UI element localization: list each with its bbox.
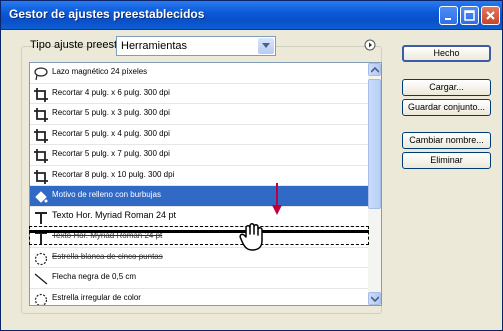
list-item-label: Recortar 4 pulg. x 6 pulg. 300 dpi: [52, 87, 170, 97]
paint-bucket-icon: [34, 189, 48, 203]
preset-manager-window: Gestor de ajustes preestablecidos Tipo a…: [0, 0, 503, 331]
preset-type-select[interactable]: Herramientas: [116, 36, 276, 56]
line-icon: [34, 271, 48, 285]
scroll-thumb[interactable]: [368, 79, 381, 209]
chevron-down-icon[interactable]: [258, 38, 274, 54]
down-arrow-annotation-icon: [272, 183, 282, 215]
text-icon: [34, 210, 48, 224]
list-item[interactable]: Recortar 8 pulg. x 10 pulg. 300 dpi: [30, 166, 370, 186]
drag-selection-outline: [29, 226, 369, 245]
maximize-icon: [464, 10, 475, 21]
list-item[interactable]: Recortar 5 pulg. x 4 pulg. 300 dpi: [30, 125, 370, 145]
title-bar[interactable]: Gestor de ajustes preestablecidos: [1, 1, 502, 30]
maximize-button[interactable]: [460, 6, 479, 25]
magnetic-lasso-icon: [34, 66, 48, 81]
list-item[interactable]: Motivo de relleno con burbujas: [30, 186, 370, 207]
preset-type-value: Herramientas: [121, 40, 188, 52]
list-item[interactable]: Estrella blanca de cinco puntas: [30, 248, 370, 268]
done-button[interactable]: Hecho: [402, 45, 491, 62]
window-title: Gestor de ajustes preestablecidos: [9, 7, 205, 21]
list-item-label: Texto Hor. Myriad Roman 24 pt: [52, 209, 177, 220]
list-item[interactable]: Lazo magnético 24 píxeles: [30, 63, 370, 84]
crop-icon: [34, 148, 48, 163]
save-set-button[interactable]: Guardar conjunto...: [402, 99, 491, 116]
minimize-icon: [445, 18, 451, 20]
close-icon: [486, 11, 495, 20]
grab-hand-cursor-icon: [239, 223, 263, 251]
list-item[interactable]: Recortar 5 pulg. x 7 pulg. 300 dpi: [30, 145, 370, 166]
drop-insertion-line: [29, 230, 369, 233]
crop-icon: [34, 169, 48, 184]
list-item[interactable]: Estrella irregular de color: [30, 289, 370, 305]
list-item-label: Motivo de relleno con burbujas: [52, 190, 161, 199]
list-item-label: Recortar 5 pulg. x 7 pulg. 300 dpi: [52, 149, 170, 158]
list-item-label: Recortar 5 pulg. x 4 pulg. 300 dpi: [52, 128, 170, 138]
crop-icon: [34, 87, 48, 102]
list-item[interactable]: Recortar 4 pulg. x 6 pulg. 300 dpi: [30, 84, 370, 104]
list-item-label: Estrella blanca de cinco puntas: [52, 251, 163, 261]
list-item[interactable]: Recortar 5 pulg. x 3 pulg. 300 dpi: [30, 104, 370, 125]
list-item[interactable]: Flecha negra de 0,5 cm: [30, 268, 370, 289]
preset-type-label: Tipo ajuste preest.:: [30, 39, 124, 51]
list-item-label: Estrella irregular de color: [52, 292, 141, 302]
chevron-up-icon: [371, 67, 379, 73]
chevron-down-icon: [371, 296, 379, 302]
preset-list-rows: Lazo magnético 24 píxeles Recortar 4 pulg…: [30, 63, 370, 305]
shape-icon: [34, 251, 48, 265]
scroll-up-button[interactable]: [368, 63, 381, 76]
crop-icon: [34, 107, 48, 122]
delete-button[interactable]: Eliminar: [402, 152, 491, 169]
list-item[interactable]: Texto Hor. Myriad Roman 24 pt: [30, 207, 370, 227]
list-item-label: Recortar 5 pulg. x 3 pulg. 300 dpi: [52, 108, 170, 117]
minimize-button[interactable]: [439, 6, 458, 25]
crop-icon: [34, 128, 48, 143]
close-button[interactable]: [481, 6, 500, 25]
preset-list[interactable]: Lazo magnético 24 píxeles Recortar 4 pulg…: [29, 62, 382, 306]
panel-menu-icon[interactable]: [364, 39, 376, 51]
vertical-scrollbar[interactable]: [368, 63, 381, 305]
scroll-down-button[interactable]: [368, 292, 381, 305]
list-item-label: Flecha negra de 0,5 cm: [52, 272, 137, 281]
shape-icon: [34, 292, 48, 305]
list-item-label: Recortar 8 pulg. x 10 pulg. 300 dpi: [52, 169, 175, 179]
list-item-label: Lazo magnético 24 píxeles: [52, 67, 148, 76]
load-button[interactable]: Cargar...: [402, 79, 491, 96]
rename-button[interactable]: Cambiar nombre...: [402, 132, 491, 149]
